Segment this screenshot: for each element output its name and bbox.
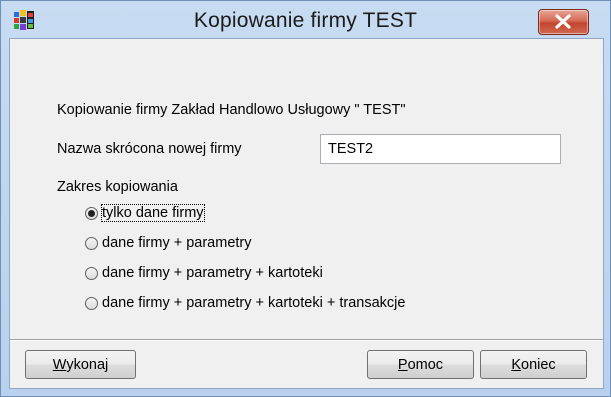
short-name-input[interactable] xyxy=(320,134,561,164)
radio-label: dane firmy + parametry xyxy=(102,235,252,251)
separator xyxy=(10,339,603,341)
title-bar[interactable]: Kopiowanie firmy TEST xyxy=(1,1,610,38)
dialog-body: Kopiowanie firmy Zakład Handlowo Usługow… xyxy=(9,38,604,389)
help-button[interactable]: Pomoc xyxy=(367,350,474,379)
radio-button[interactable] xyxy=(85,207,98,220)
radio-button[interactable] xyxy=(85,237,98,250)
radio-label: dane firmy + parametry + kartoteki xyxy=(102,265,323,281)
short-name-label: Nazwa skrócona nowej firmy xyxy=(57,141,242,157)
window-title: Kopiowanie firmy TEST xyxy=(193,9,418,32)
execute-button[interactable]: Wykonaj xyxy=(25,350,136,379)
close-icon xyxy=(555,14,571,29)
close-window-button[interactable] xyxy=(538,9,589,35)
close-button[interactable]: Koniec xyxy=(480,350,587,379)
radio-button[interactable] xyxy=(85,267,98,280)
radio-label: dane firmy + parametry + kartoteki + tra… xyxy=(102,295,406,311)
dialog-window: Kopiowanie firmy TEST Kopiowanie firmy Z… xyxy=(0,0,611,397)
radio-label: tylko dane firmy xyxy=(101,204,205,222)
info-text: Kopiowanie firmy Zakład Handlowo Usługow… xyxy=(57,102,406,118)
scope-label: Zakres kopiowania xyxy=(57,179,178,195)
radio-button[interactable] xyxy=(85,297,98,310)
